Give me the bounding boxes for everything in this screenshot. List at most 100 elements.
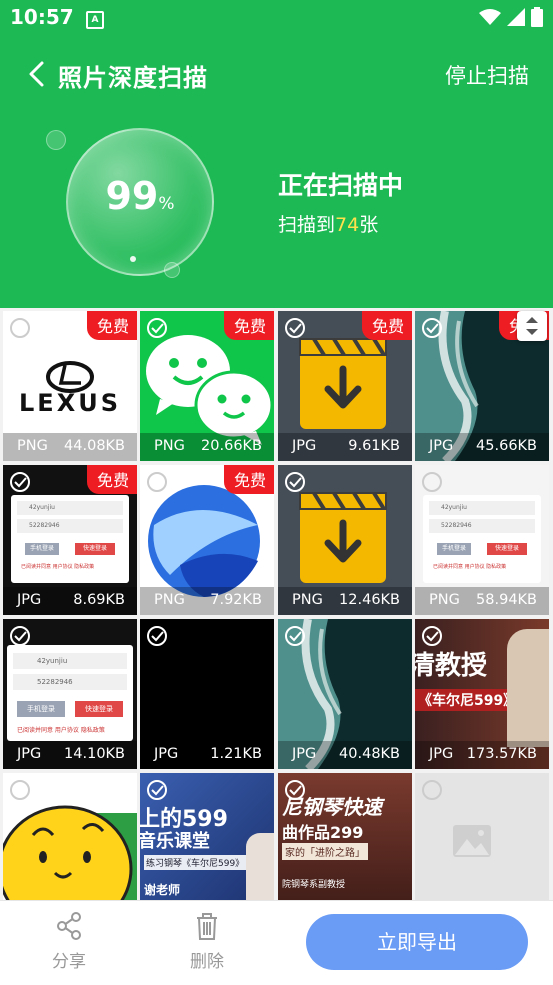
form-quick-button: 快速登录	[75, 543, 115, 555]
photo-tile[interactable]: 免费 PNG 20.66KB	[140, 311, 274, 461]
photo-tile[interactable]	[415, 773, 549, 900]
photo-size: 45.66KB	[476, 438, 537, 454]
app-notification-icon: A	[86, 11, 104, 29]
thumb-caption: 练习钢琴《车尔尼599》	[144, 855, 247, 870]
signal-icon	[507, 8, 525, 26]
form-account-field: 42yunjiu	[17, 501, 123, 515]
form-agree-text: 已阅读并同意 用户协议 隐私政策	[433, 564, 507, 570]
lexus-wordmark: LEXUS	[19, 389, 121, 417]
select-checkbox[interactable]	[10, 472, 30, 492]
photo-grid: LEXUS 免费 PNG 44.08KB 免费 PNG 20.66KB 免费 JPG…	[0, 308, 553, 900]
photo-tile[interactable]: PNG 12.46KB	[278, 465, 412, 615]
photo-tile[interactable]: 42yunjiu 52282946 手机登录 快速登录 已阅读并同意 用户协议 …	[3, 465, 137, 615]
select-checkbox[interactable]	[285, 626, 305, 646]
photo-format: JPG	[292, 438, 317, 454]
select-checkbox[interactable]	[10, 626, 30, 646]
photo-tile[interactable]: 42yunjiu 52282946 手机登录 快速登录 已阅读并同意 用户协议 …	[415, 465, 549, 615]
photo-size: 58.94KB	[476, 592, 537, 608]
status-bar: 10:57 A	[0, 0, 553, 36]
select-checkbox[interactable]	[147, 626, 167, 646]
free-badge: 免费	[361, 311, 412, 340]
form-password-field: 52282946	[429, 519, 535, 533]
photo-size: 44.08KB	[64, 438, 125, 454]
photo-format: PNG	[154, 438, 185, 454]
form-password-field: 52282946	[13, 674, 127, 690]
delete-label: 删除	[190, 952, 224, 972]
login-form-thumb: 42yunjiu 52282946 手机登录 快速登录 已阅读并同意 用户协议 …	[11, 495, 129, 583]
fast-scroll-handle[interactable]	[517, 311, 547, 341]
share-button[interactable]: 分享	[39, 911, 99, 972]
photo-size: 7.92KB	[210, 592, 262, 608]
select-checkbox[interactable]	[422, 318, 442, 338]
select-checkbox[interactable]	[422, 472, 442, 492]
progress-percent-value: 99	[105, 174, 159, 218]
photo-format: JPG	[154, 746, 179, 762]
select-checkbox[interactable]	[285, 318, 305, 338]
photo-meta: PNG 7.92KB	[140, 587, 274, 615]
photo-tile[interactable]: 尼钢琴快速 曲作品299 家的「进阶之路」 院钢琴系副教授	[278, 773, 412, 900]
photo-meta: PNG 12.46KB	[278, 587, 412, 615]
photo-meta: JPG 1.21KB	[140, 741, 274, 769]
select-checkbox[interactable]	[147, 472, 167, 492]
photo-meta: PNG 44.08KB	[3, 433, 137, 461]
form-quick-button: 快速登录	[487, 543, 527, 555]
photo-tile[interactable]: 免费 PNG 7.92KB	[140, 465, 274, 615]
photo-tile[interactable]: LEXUS 免费 PNG 44.08KB	[3, 311, 137, 461]
trash-icon	[197, 913, 217, 940]
photo-format: JPG	[17, 746, 42, 762]
photo-format: JPG	[429, 438, 454, 454]
login-form-thumb: 42yunjiu 52282946 手机登录 快速登录 已阅读并同意 用户协议 …	[423, 495, 541, 583]
photo-tile[interactable]: JPG 40.48KB	[278, 619, 412, 769]
share-label: 分享	[52, 952, 86, 972]
free-badge: 免费	[223, 311, 274, 340]
select-checkbox[interactable]	[10, 780, 30, 800]
wifi-icon	[479, 9, 501, 25]
battery-icon	[531, 7, 543, 27]
photo-format: JPG	[429, 746, 454, 762]
select-checkbox[interactable]	[147, 780, 167, 800]
thumb-teacher: 谢老师	[144, 883, 181, 897]
form-agree-text: 已阅读并同意 用户协议 隐私政策	[17, 727, 105, 734]
thumb-caption: 家的「进阶之路」	[282, 843, 368, 860]
scan-status: 正在扫描中	[278, 171, 404, 200]
export-button[interactable]: 立即导出	[306, 914, 528, 970]
photo-size: 20.66KB	[201, 438, 262, 454]
teacher-photo	[246, 833, 274, 900]
scan-count-suffix: 张	[359, 214, 379, 236]
photo-tile[interactable]: 42yunjiu 52282946 手机登录 快速登录 已阅读并同意 用户协议 …	[3, 619, 137, 769]
select-checkbox[interactable]	[285, 780, 305, 800]
photo-format: JPG	[292, 746, 317, 762]
thumb-subheading: 音乐课堂	[140, 831, 210, 852]
free-badge: 免费	[86, 311, 137, 340]
select-checkbox[interactable]	[422, 780, 442, 800]
select-checkbox[interactable]	[10, 318, 30, 338]
delete-button[interactable]: 删除	[177, 911, 237, 972]
free-badge: 免费	[86, 465, 137, 494]
photo-tile[interactable]: 上的599 音乐课堂 练习钢琴《车尔尼599》 谢老师	[140, 773, 274, 900]
stop-scan-button[interactable]: 停止扫描	[445, 60, 529, 90]
photo-size: 40.48KB	[339, 746, 400, 762]
photo-format: PNG	[429, 592, 460, 608]
scan-count-number: 74	[335, 214, 360, 236]
photo-tile[interactable]: JPG 1.21KB	[140, 619, 274, 769]
back-arrow-icon[interactable]	[24, 60, 52, 88]
photo-tile[interactable]	[3, 773, 137, 900]
form-quick-button: 快速登录	[75, 701, 123, 717]
select-checkbox[interactable]	[147, 318, 167, 338]
photo-meta: JPG 45.66KB	[415, 433, 549, 461]
scan-header: 照片深度扫描 停止扫描 99% 正在扫描中 扫描到74张	[0, 36, 553, 308]
photo-format: JPG	[17, 592, 42, 608]
progress-percent-symbol: %	[158, 194, 175, 214]
decor-bubble	[46, 130, 66, 150]
photo-size: 14.10KB	[64, 746, 125, 762]
photo-tile[interactable]: 清教授 《车尔尼599》 JPG 173.57KB	[415, 619, 549, 769]
photo-meta: JPG 40.48KB	[278, 741, 412, 769]
select-checkbox[interactable]	[285, 472, 305, 492]
thumb-subheading: 曲作品299	[282, 823, 364, 842]
select-checkbox[interactable]	[422, 626, 442, 646]
photo-size: 12.46KB	[339, 592, 400, 608]
photo-meta: JPG 8.69KB	[3, 587, 137, 615]
thumb-subheading: 《车尔尼599》	[415, 689, 521, 711]
photo-meta: JPG 9.61KB	[278, 433, 412, 461]
photo-tile[interactable]: 免费 JPG 9.61KB	[278, 311, 412, 461]
